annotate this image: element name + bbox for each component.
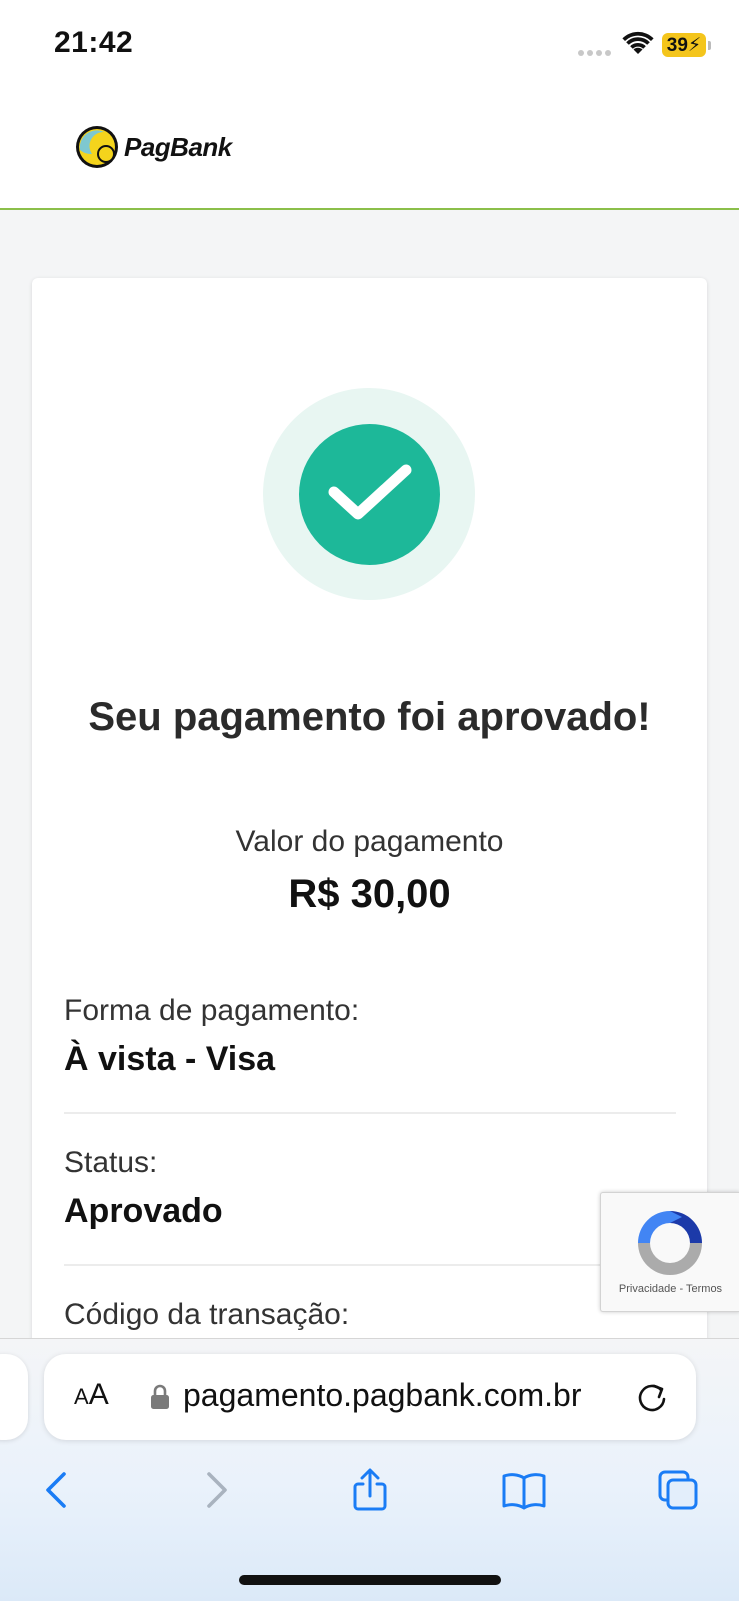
page-title: Seu pagamento foi aprovado!	[88, 695, 651, 739]
status-label: Status:	[64, 1146, 158, 1179]
recaptcha-separator: -	[679, 1283, 684, 1295]
divider	[64, 1112, 676, 1114]
amount-label: Valor do pagamento	[235, 825, 504, 858]
transaction-code-label: Código da transação:	[64, 1298, 350, 1331]
bookmarks-icon[interactable]	[502, 1468, 546, 1512]
recaptcha-privacy-link[interactable]: Privacidade	[619, 1283, 676, 1295]
aa-large-glyph: A	[88, 1378, 109, 1411]
pagbank-logo[interactable]: PagBank	[74, 124, 232, 170]
pagbank-logo-icon	[76, 126, 118, 168]
recaptcha-links: Privacidade - Termos	[601, 1283, 739, 1295]
recaptcha-terms-link[interactable]: Termos	[686, 1283, 722, 1295]
text-size-button[interactable]: AA	[74, 1378, 109, 1412]
amount-value: R$ 30,00	[288, 872, 451, 916]
home-indicator[interactable]	[239, 1575, 501, 1585]
battery-icon: 39⚡	[662, 33, 706, 57]
battery-level: 39⚡	[666, 35, 702, 56]
status-bar: 21:42 39⚡	[0, 0, 739, 90]
lock-icon	[151, 1384, 169, 1409]
payment-method-label: Forma de pagamento:	[64, 994, 360, 1027]
charging-bolt-icon: ⚡	[687, 35, 702, 56]
aa-small-glyph: A	[74, 1384, 89, 1409]
battery-tip	[708, 41, 711, 50]
tabs-icon[interactable]	[656, 1468, 700, 1512]
check-icon	[328, 464, 412, 520]
recaptcha-icon	[638, 1211, 702, 1275]
logo-text: PagBank	[124, 131, 232, 162]
cellular-signal-icon	[578, 50, 611, 56]
wifi-icon	[622, 31, 654, 54]
recaptcha-badge[interactable]: Privacidade - Termos	[600, 1192, 739, 1312]
url-text[interactable]: pagamento.pagbank.com.br	[183, 1377, 581, 1414]
status-time: 21:42	[54, 26, 134, 59]
previous-tab-preview[interactable]	[0, 1354, 28, 1440]
status-value: Aprovado	[64, 1192, 223, 1230]
back-icon[interactable]	[36, 1468, 80, 1512]
share-icon[interactable]	[348, 1468, 392, 1512]
reload-icon[interactable]	[635, 1380, 669, 1414]
payment-method-value: À vista - Visa	[64, 1040, 276, 1078]
divider	[64, 1264, 676, 1266]
forward-icon[interactable]	[193, 1468, 237, 1512]
